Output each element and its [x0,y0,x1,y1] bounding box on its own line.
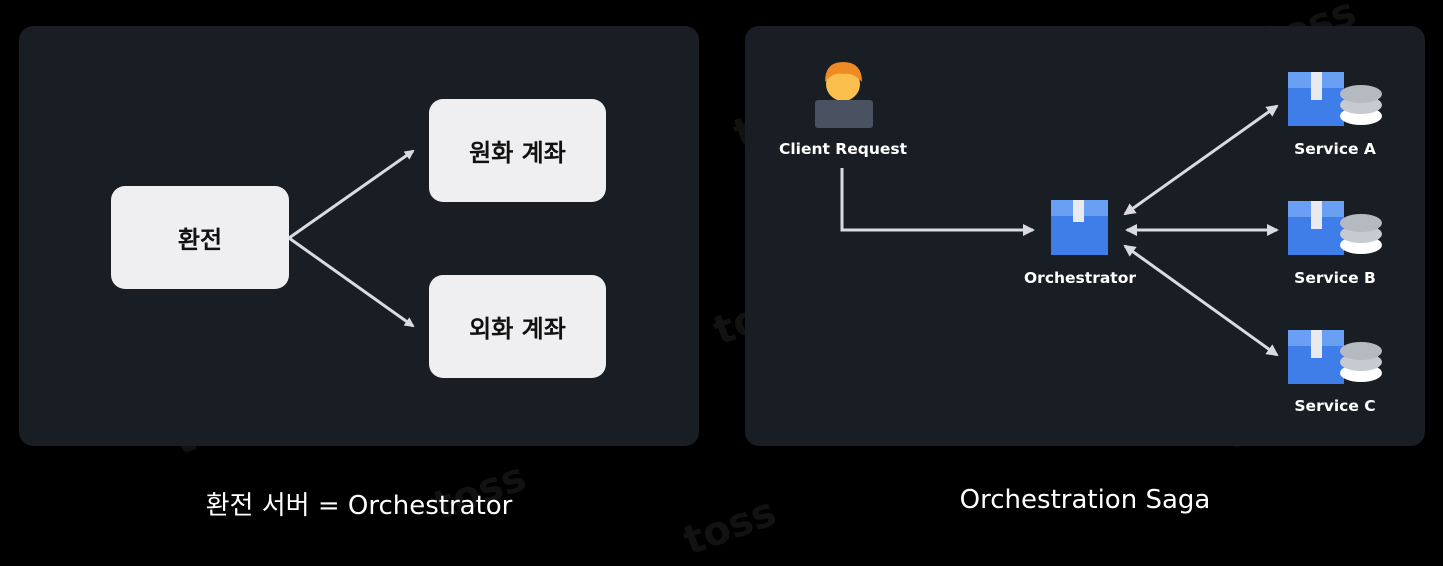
orchestrator-label: Orchestrator [1024,269,1136,287]
service-b-label: Service B [1294,269,1376,287]
service-a-icon [1288,72,1382,126]
client-to-orchestrator-arrow [840,168,1035,236]
client-request-label: Client Request [778,140,908,158]
orchestrator-service-a-arrow [1123,104,1279,216]
service-a-label: Service A [1294,140,1376,158]
service-c-icon [1288,330,1382,384]
left-caption: 환전 서버 = Orchestrator [205,491,513,521]
saga-diagram [815,62,1382,384]
right-caption: Orchestration Saga [959,485,1211,515]
service-c-label: Service C [1294,397,1376,415]
client-user-icon [815,62,873,128]
orchestration-saga-panel: Client Request Orchestrator Service A Se… [745,26,1425,446]
orchestrator-box-icon [1051,200,1108,255]
exchange-arrows [288,149,415,328]
orchestrator-service-c-arrow [1123,244,1279,357]
service-b-icon [1288,201,1382,255]
exchange-diagram-panel: 환전 원화 계좌 외화 계좌 [19,26,699,446]
arrow-to-foreign-account [288,236,415,328]
arrow-to-krw-account [288,149,415,240]
